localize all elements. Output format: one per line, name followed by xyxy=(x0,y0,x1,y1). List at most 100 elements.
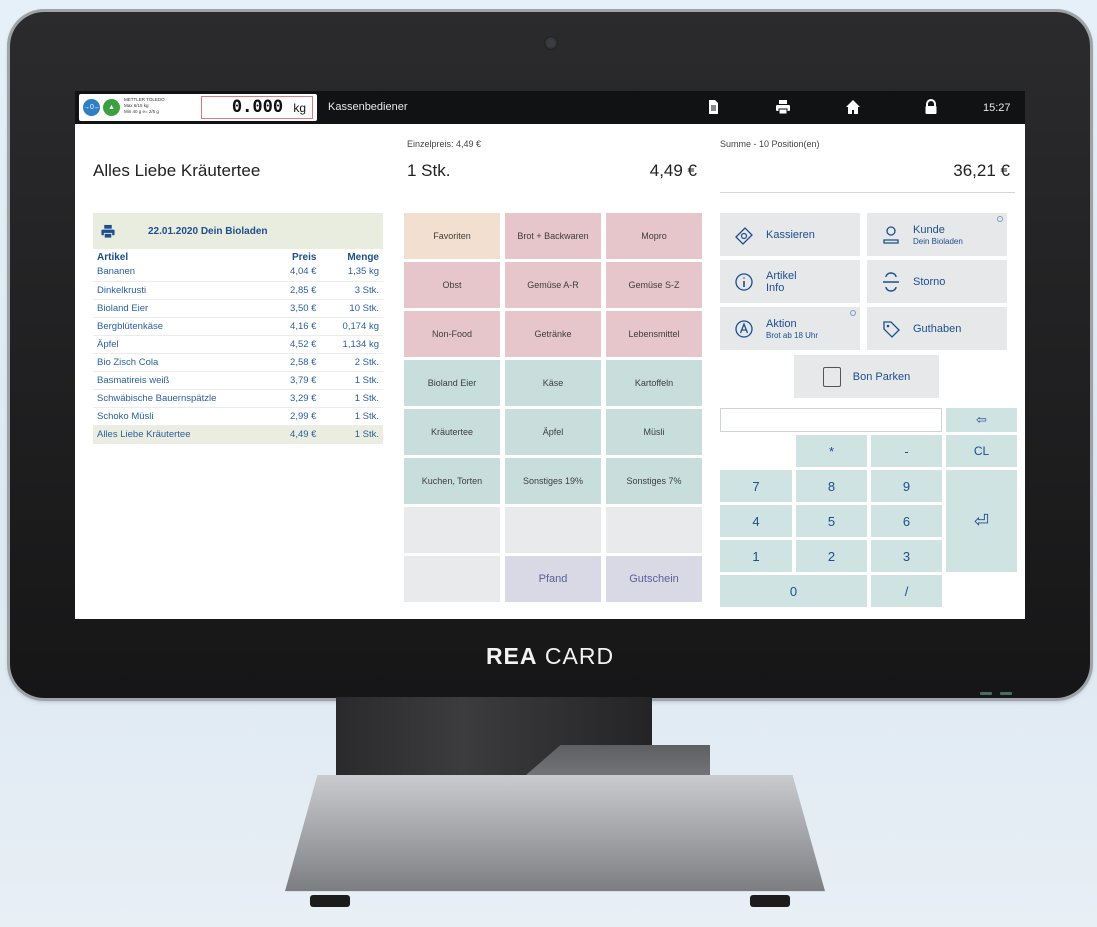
category-button-mopro[interactable]: Mopro xyxy=(606,213,702,259)
brand-logo: REA CARD xyxy=(485,643,615,669)
price-cell: 3,29 € xyxy=(272,389,321,408)
empty-slot[interactable] xyxy=(606,507,702,553)
key-clear[interactable]: CL xyxy=(946,435,1017,467)
lock-icon[interactable] xyxy=(923,99,939,115)
key-4[interactable]: 4 xyxy=(720,505,792,537)
kassieren-button[interactable]: Kassieren xyxy=(720,213,860,256)
key-0[interactable]: 0 xyxy=(720,575,867,607)
guthaben-label: Guthaben xyxy=(913,322,962,335)
empty-slot[interactable] xyxy=(404,556,500,602)
aktion-label: Aktion Brot ab 18 Uhr xyxy=(766,317,819,340)
scale-display: →0← ▲ METTLER TOLEDO Max 6/15 kg Min 40 … xyxy=(79,94,317,121)
info-icon xyxy=(732,270,756,294)
table-row-selected[interactable]: Alles Liebe Kräutertee 4,49 €1 Stk. xyxy=(93,425,383,444)
category-button-obst[interactable]: Obst xyxy=(404,262,500,308)
key-6[interactable]: 6 xyxy=(871,505,942,537)
quantity-cell: 1,134 kg xyxy=(320,335,383,354)
product-button-kartoffeln[interactable]: Kartoffeln xyxy=(606,360,702,406)
product-button-muesli[interactable]: Müsli xyxy=(606,409,702,455)
empty-slot[interactable] xyxy=(404,507,500,553)
category-button-non-food[interactable]: Non-Food xyxy=(404,311,500,357)
key-3[interactable]: 3 xyxy=(871,540,942,572)
clock: 15:27 xyxy=(983,102,1011,114)
gutschein-button[interactable]: Gutschein xyxy=(606,556,702,602)
receipt-header: 22.01.2020 Dein Bioladen xyxy=(93,213,383,249)
article-cell: Dinkelkrusti xyxy=(93,281,273,300)
category-button-getraenke[interactable]: Getränke xyxy=(505,311,601,357)
product-button-aepfel[interactable]: Äpfel xyxy=(505,409,601,455)
category-button-gemuese-a-r[interactable]: Gemüse A-R xyxy=(505,262,601,308)
category-button-gemuese-s-z[interactable]: Gemüse S-Z xyxy=(606,262,702,308)
table-row[interactable]: Schwäbische Bauernspätzle 3,29 €1 Stk. xyxy=(93,389,383,408)
storno-button[interactable]: Storno xyxy=(867,260,1007,303)
category-button-favoriten[interactable]: Favoriten xyxy=(404,213,500,259)
price-cell: 3,50 € xyxy=(272,299,321,318)
amount-input[interactable] xyxy=(720,408,942,432)
quantity-cell: 3 Stk. xyxy=(320,281,383,300)
product-button-sonstiges-19[interactable]: Sonstiges 19% xyxy=(505,458,601,504)
settings-dot-icon xyxy=(850,310,856,316)
key-5[interactable]: 5 xyxy=(796,505,867,537)
status-leds xyxy=(980,682,1020,700)
quantity-cell: 0,174 kg xyxy=(320,317,383,336)
scale-zero-icon: →0← xyxy=(83,99,101,116)
key-8[interactable]: 8 xyxy=(796,470,867,502)
key-minus[interactable]: - xyxy=(871,435,942,467)
price-cell: 4,16 € xyxy=(272,317,321,336)
quantity-cell: 10 Stk. xyxy=(320,299,383,318)
receipt-icon xyxy=(822,366,841,387)
artikel-info-label: Artikel Info xyxy=(766,269,797,294)
table-row[interactable]: Basmatireis weiß 3,79 €1 Stk. xyxy=(93,371,383,390)
table-row[interactable]: Dinkelkrusti 2,85 €3 Stk. xyxy=(93,281,383,300)
kunde-button[interactable]: Kunde Dein Bioladen xyxy=(867,213,1007,256)
price-cell: 3,79 € xyxy=(272,371,321,390)
article-cell: Schwäbische Bauernspätzle xyxy=(93,389,273,408)
product-button-kraeutertee[interactable]: Kräutertee xyxy=(404,409,500,455)
user-icon xyxy=(879,223,903,247)
bon-parken-label: Bon Parken xyxy=(852,370,911,383)
guthaben-button[interactable]: Guthaben xyxy=(867,307,1007,350)
table-row[interactable]: Bananen 4,04 €1,35 kg xyxy=(93,263,383,282)
product-button-sonstiges-7[interactable]: Sonstiges 7% xyxy=(606,458,702,504)
bon-parken-button[interactable]: Bon Parken xyxy=(794,355,939,398)
product-button-kaese[interactable]: Käse xyxy=(505,360,601,406)
table-row[interactable]: Bergblütenkäse 4,16 €0,174 kg xyxy=(93,317,383,336)
quantity-cell: 1 Stk. xyxy=(320,407,383,426)
empty-slot[interactable] xyxy=(505,507,601,553)
table-row[interactable]: Bioland Eier 3,50 €10 Stk. xyxy=(93,299,383,318)
table-row[interactable]: Schoko Müsli 2,99 €1 Stk. xyxy=(93,407,383,426)
table-row[interactable]: Bio Zisch Cola 2,58 €2 Stk. xyxy=(93,353,383,372)
aktion-button[interactable]: Aktion Brot ab 18 Uhr xyxy=(720,307,860,350)
home-icon[interactable] xyxy=(845,99,861,115)
printer-icon[interactable] xyxy=(100,224,116,239)
monitor-stand-base xyxy=(285,775,825,892)
current-line-price: 4,49 € xyxy=(649,161,697,180)
product-button-kuchen[interactable]: Kuchen, Torten xyxy=(404,458,500,504)
article-cell: Alles Liebe Kräutertee xyxy=(93,425,273,444)
table-row[interactable]: Äpfel 4,52 €1,134 kg xyxy=(93,335,383,354)
key-multiply[interactable]: * xyxy=(796,435,867,467)
kassieren-label: Kassieren xyxy=(766,228,815,241)
price-cell: 2,58 € xyxy=(272,353,321,372)
article-cell: Schoko Müsli xyxy=(93,407,273,426)
product-button-bioland-eier[interactable]: Bioland Eier xyxy=(404,360,500,406)
pfand-button[interactable]: Pfand xyxy=(505,556,601,602)
key-2[interactable]: 2 xyxy=(796,540,867,572)
quantity-cell: 2 Stk. xyxy=(320,353,383,372)
artikel-info-button[interactable]: Artikel Info xyxy=(720,260,860,303)
document-icon[interactable] xyxy=(705,99,721,115)
key-1[interactable]: 1 xyxy=(720,540,792,572)
enter-key[interactable]: ⏎ xyxy=(946,470,1017,572)
category-button-lebensmittel[interactable]: Lebensmittel xyxy=(606,311,702,357)
printer-icon[interactable] xyxy=(775,99,791,115)
unit-price: Einzelpreis: 4,49 € xyxy=(407,139,482,149)
category-button-brot[interactable]: Brot + Backwaren xyxy=(505,213,601,259)
backspace-key[interactable]: ⇦ xyxy=(946,408,1017,432)
price-cell: 4,04 € xyxy=(272,263,321,282)
article-cell: Bergblütenkäse xyxy=(93,317,273,336)
quantity-cell: 1 Stk. xyxy=(320,389,383,408)
key-9[interactable]: 9 xyxy=(871,470,942,502)
key-7[interactable]: 7 xyxy=(720,470,792,502)
pos-screen: →0← ▲ METTLER TOLEDO Max 6/15 kg Min 40 … xyxy=(75,91,1025,619)
key-slash[interactable]: / xyxy=(871,575,942,607)
